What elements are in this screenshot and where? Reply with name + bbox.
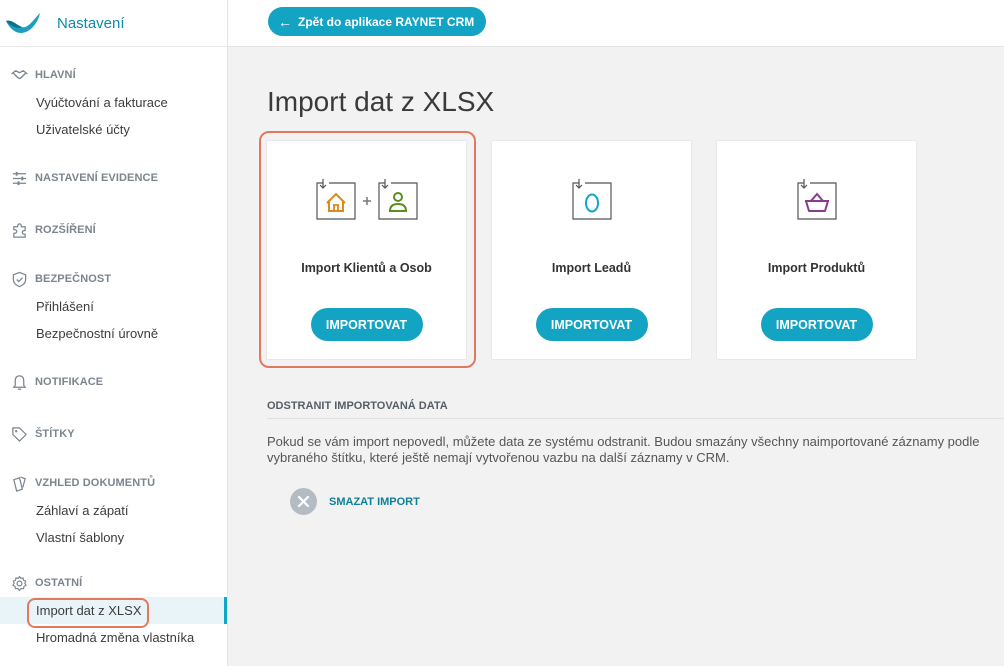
- section-title: VZHLED DOKUMENTŮ: [35, 477, 156, 489]
- documents-icon: [10, 474, 28, 492]
- close-icon: [290, 488, 317, 515]
- sliders-icon: [10, 169, 28, 187]
- import-leads-button[interactable]: IMPORTOVAT: [535, 308, 648, 341]
- section-notifikace[interactable]: NOTIFIKACE: [0, 372, 227, 392]
- tag-icon: [10, 425, 28, 443]
- section-title: ROZŠÍŘENÍ: [35, 224, 96, 236]
- section-title: ŠTÍTKY: [35, 428, 75, 440]
- shield-icon: [10, 270, 28, 288]
- section-title: BEZPEČNOST: [35, 273, 112, 285]
- puzzle-icon: [10, 221, 28, 239]
- delete-section-title: ODSTRANIT IMPORTOVANÁ DATA: [267, 400, 448, 412]
- section-hlavni: HLAVNÍ Vyúčtování a fakturace Uživatelsk…: [0, 65, 227, 143]
- section-ostatni: OSTATNÍ Import dat z XLSX Hromadná změna…: [0, 573, 227, 651]
- section-title: NOTIFIKACE: [35, 376, 104, 388]
- sidebar-item-bulk-owner-change[interactable]: Hromadná změna vlastníka: [0, 624, 227, 651]
- sidebar: Nastavení HLAVNÍ Vyúčtování a fakturace …: [0, 0, 228, 666]
- section-nastaveni-evidence[interactable]: NASTAVENÍ EVIDENCE: [0, 168, 227, 188]
- sidebar-item-security-levels[interactable]: Bezpečnostní úrovně: [0, 320, 227, 347]
- section-title: OSTATNÍ: [35, 577, 83, 589]
- sidebar-item-import-xlsx[interactable]: Import dat z XLSX: [0, 597, 227, 624]
- import-card-products: Import Produktů IMPORTOVAT: [716, 140, 917, 360]
- raynet-logo[interactable]: [4, 8, 44, 38]
- import-card-leads: Import Leadů IMPORTOVAT: [491, 140, 692, 360]
- back-to-app-button[interactable]: ← Zpět do aplikace RAYNET CRM: [268, 7, 487, 36]
- card-label: Import Klientů a Osob: [301, 261, 432, 275]
- handshake-icon: [10, 66, 28, 84]
- back-button-label: Zpět do aplikace RAYNET CRM: [298, 14, 475, 29]
- divider: [267, 418, 1004, 419]
- brand-title: Nastavení: [57, 14, 125, 32]
- sidebar-item-login[interactable]: Přihlášení: [0, 293, 227, 320]
- section-vzhled-dokumentu: VZHLED DOKUMENTŮ Záhlaví a zápatí Vlastn…: [0, 473, 227, 551]
- arrow-left-icon: ←: [278, 13, 292, 30]
- import-clients-button[interactable]: IMPORTOVAT: [310, 308, 423, 341]
- section-bezpecnost: BEZPEČNOST Přihlášení Bezpečnostní úrovn…: [0, 269, 227, 347]
- import-leads-icon: [492, 179, 691, 223]
- section-stitky[interactable]: ŠTÍTKY: [0, 424, 227, 444]
- sidebar-item-billing[interactable]: Vyúčtování a fakturace: [0, 89, 227, 116]
- section-title: HLAVNÍ: [35, 69, 76, 81]
- delete-info-text: Pokud se vám import nepovedl, můžete dat…: [267, 434, 980, 465]
- sidebar-item-header-footer[interactable]: Záhlaví a zápatí: [0, 497, 227, 524]
- import-clients-persons-icon: [267, 179, 466, 223]
- delete-import-button[interactable]: SMAZAT IMPORT: [290, 488, 420, 515]
- card-label: Import Produktů: [767, 261, 866, 275]
- import-products-button[interactable]: IMPORTOVAT: [760, 308, 873, 341]
- card-label: Import Leadů: [551, 261, 632, 275]
- gear-icon: [10, 574, 28, 592]
- section-rozsireni[interactable]: ROZŠÍŘENÍ: [0, 220, 227, 240]
- brand-header: Nastavení: [0, 0, 227, 47]
- section-title: NASTAVENÍ EVIDENCE: [35, 172, 159, 184]
- top-bar: ← Zpět do aplikace RAYNET CRM: [228, 0, 1004, 47]
- sidebar-item-user-accounts[interactable]: Uživatelské účty: [0, 116, 227, 143]
- page-title: Import dat z XLSX: [267, 86, 495, 117]
- delete-import-label: SMAZAT IMPORT: [329, 495, 420, 508]
- bell-icon: [10, 373, 28, 391]
- import-card-clients: Import Klientů a Osob IMPORTOVAT: [266, 140, 467, 360]
- import-products-icon: [717, 179, 916, 223]
- sidebar-item-custom-templates[interactable]: Vlastní šablony: [0, 524, 227, 551]
